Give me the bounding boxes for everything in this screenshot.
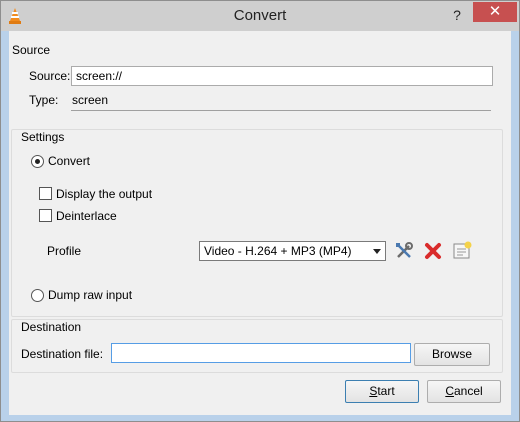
- start-rest: tart: [377, 384, 395, 398]
- profile-label: Profile: [47, 244, 82, 258]
- red-x-delete-icon[interactable]: [422, 240, 444, 262]
- type-value: screen: [72, 93, 109, 107]
- cancel-button[interactable]: Cancel: [427, 380, 501, 403]
- source-label: Source:: [29, 69, 71, 83]
- help-button[interactable]: ?: [445, 5, 469, 25]
- source-divider: [71, 110, 491, 111]
- source-input[interactable]: screen://: [71, 66, 493, 86]
- profile-select[interactable]: Video - H.264 + MP3 (MP4): [199, 241, 386, 261]
- convert-dialog: Convert ? ✕ Source Source: screen:// Typ…: [0, 0, 520, 422]
- convert-radio[interactable]: [31, 155, 44, 168]
- profile-select-value: Video - H.264 + MP3 (MP4): [204, 244, 352, 258]
- window-title: Convert: [233, 7, 287, 24]
- dialog-body: Source Source: screen:// Type: screen Se…: [9, 31, 511, 415]
- close-button[interactable]: ✕: [473, 2, 517, 22]
- cancel-accel: C: [445, 384, 454, 398]
- source-group-label: Source: [12, 43, 51, 57]
- title-bar[interactable]: Convert ? ✕: [1, 1, 519, 31]
- display-output-label[interactable]: Display the output: [56, 187, 152, 201]
- convert-label[interactable]: Convert: [48, 154, 90, 168]
- settings-group-label: Settings: [21, 130, 65, 144]
- destination-file-input[interactable]: [111, 343, 411, 363]
- cancel-rest: ancel: [453, 384, 483, 398]
- type-label: Type:: [29, 93, 59, 107]
- dump-raw-label[interactable]: Dump raw input: [48, 288, 132, 302]
- start-button[interactable]: Start: [345, 380, 419, 403]
- destination-file-label: Destination file:: [21, 347, 104, 361]
- radio-selected-dot: [35, 159, 40, 164]
- chevron-down-icon: [373, 249, 381, 254]
- deinterlace-checkbox[interactable]: [39, 209, 52, 222]
- display-output-checkbox[interactable]: [39, 187, 52, 200]
- browse-button[interactable]: Browse: [414, 343, 490, 366]
- deinterlace-label[interactable]: Deinterlace: [56, 209, 117, 223]
- destination-group-label: Destination: [21, 320, 82, 334]
- wrench-screwdriver-icon[interactable]: [393, 240, 415, 262]
- dump-raw-radio[interactable]: [31, 289, 44, 302]
- new-profile-icon[interactable]: [451, 240, 473, 262]
